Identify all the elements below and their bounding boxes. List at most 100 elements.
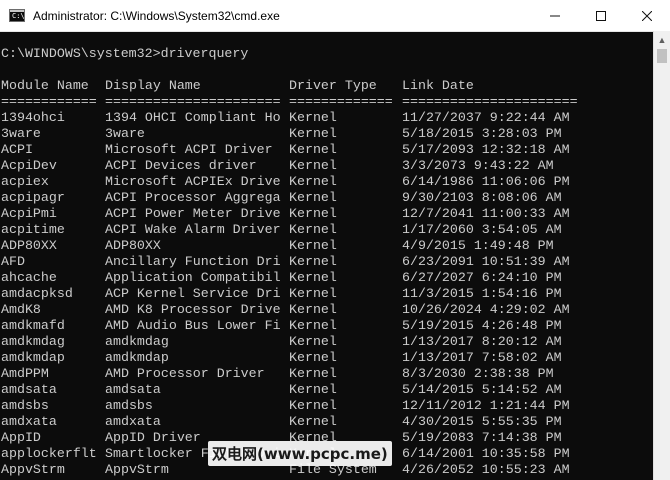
cell-display-name: ACPI Devices driver [105,158,257,173]
cell-link-date: 5/18/2015 3:28:03 PM [402,126,562,141]
table-row: AFD Ancillary Function Dri Kernel 6/23/2091… [0,254,653,270]
cell-module-name: AppvStrm [1,462,65,477]
cell-display-name: amdkmdag [105,334,169,349]
cell-display-name: Microsoft ACPI Driver [105,142,273,157]
cell-module-name: AcpiDev [1,158,57,173]
cell-link-date: 12/7/2041 11:00:33 AM [402,206,570,221]
cell-driver-type: Kernel [289,142,337,157]
table-row: ahcache Application Compatibil Kernel 6/27/… [0,270,653,286]
cmd-icon[interactable]: C:\ [9,9,25,22]
header-link-date: Link Date [402,78,474,93]
window-controls [532,0,670,31]
cell-display-name: ADP80XX [105,238,161,253]
table-row: amdkmdag amdkmdag Kernel 1/13/2017 8:20:12 … [0,334,653,350]
table-row: ADP80XX ADP80XX Kernel 4/9/2015 1:49:48 PM [0,238,653,254]
separator-driver-type: ============= [289,94,393,109]
cell-driver-type: Kernel [289,286,337,301]
scroll-up-icon[interactable]: ▲ [654,31,670,48]
cell-module-name: ADP80XX [1,238,57,253]
watermark: 双电网(www.pcpc.me) [208,441,392,466]
cell-driver-type: Kernel [289,366,337,381]
scrollbar-thumb[interactable] [657,49,667,63]
cell-module-name: amdkmafd [1,318,65,333]
table-row: AmdPPM AMD Processor Driver Kernel 8/3/2030… [0,366,653,382]
maximize-button[interactable] [578,0,624,31]
cell-link-date: 4/9/2015 1:49:48 PM [402,238,554,253]
cell-display-name: amdsbs [105,398,153,413]
cell-driver-type: Kernel [289,254,337,269]
cell-link-date: 1/17/2060 3:54:05 AM [402,222,562,237]
table-row: AcpiPmi ACPI Power Meter Drive Kernel 12/7/… [0,206,653,222]
cell-module-name: amdacpksd [1,286,73,301]
header-row: Module Name Display Name Driver Type Lin… [0,78,653,94]
cell-link-date: 4/26/2052 10:55:23 AM [402,462,570,477]
cell-link-date: 11/3/2015 1:54:16 PM [402,286,562,301]
minimize-icon [550,15,560,16]
cell-driver-type: Kernel [289,206,337,221]
cell-driver-type: Kernel [289,414,337,429]
table-row: amdkmdap amdkmdap Kernel 1/13/2017 7:58:02 … [0,350,653,366]
cell-module-name: amdsbs [1,398,49,413]
cell-module-name: acpipagr [1,190,65,205]
cell-driver-type: Kernel [289,350,337,365]
cell-module-name: AcpiPmi [1,206,57,221]
cell-display-name: Application Compatibil [105,270,281,285]
cell-driver-type: Kernel [289,302,337,317]
cell-driver-type: Kernel [289,238,337,253]
cell-module-name: amdkmdag [1,334,65,349]
cell-module-name: ahcache [1,270,57,285]
cell-driver-type: Kernel [289,318,337,333]
cell-display-name: ACPI Wake Alarm Driver [105,222,281,237]
cell-link-date: 6/14/1986 11:06:06 PM [402,174,570,189]
header-module-name: Module Name [1,78,89,93]
cell-display-name: Ancillary Function Dri [105,254,281,269]
cell-display-name: ACP Kernel Service Dri [105,286,281,301]
vertical-scrollbar[interactable]: ▲ [653,31,670,480]
table-row: acpipagr ACPI Processor Aggrega Kernel 9/30… [0,190,653,206]
cell-driver-type: Kernel [289,270,337,285]
close-button[interactable] [624,0,670,31]
table-row: amdkmafd AMD Audio Bus Lower Fi Kernel 5/19… [0,318,653,334]
cell-driver-type: Kernel [289,158,337,173]
title-bar[interactable]: C:\ Administrator: C:\Windows\System32\c… [0,0,670,32]
cell-link-date: 3/3/2073 9:43:22 AM [402,158,554,173]
cell-module-name: amdxata [1,414,57,429]
cell-link-date: 1/13/2017 8:20:12 AM [402,334,562,349]
cell-module-name: amdkmdap [1,350,65,365]
cell-module-name: acpitime [1,222,65,237]
cell-link-date: 5/14/2015 5:14:52 AM [402,382,562,397]
cell-module-name: 1394ohci [1,110,65,125]
table-row: AcpiDev ACPI Devices driver Kernel 3/3/2073… [0,158,653,174]
cell-display-name: 1394 OHCI Compliant Ho [105,110,281,125]
cell-display-name: AMD K8 Processor Drive [105,302,281,317]
cell-link-date: 4/30/2015 5:55:35 PM [402,414,562,429]
cell-link-date: 5/19/2015 4:26:48 PM [402,318,562,333]
console-output[interactable]: C:\WINDOWS\system32>driverquery Module N… [0,31,653,480]
cell-driver-type: Kernel [289,174,337,189]
cell-link-date: 12/11/2012 1:21:44 PM [402,398,570,413]
table-row: amdsbs amdsbs Kernel 12/11/2012 1:21:44 PM [0,398,653,414]
cell-module-name: amdsata [1,382,57,397]
cell-module-name: applockerflt [1,446,97,461]
cell-link-date: 6/23/2091 10:51:39 AM [402,254,570,269]
cell-display-name: amdxata [105,414,161,429]
cell-link-date: 5/17/2093 12:32:18 AM [402,142,570,157]
cell-driver-type: Kernel [289,334,337,349]
cell-driver-type: Kernel [289,126,337,141]
minimize-button[interactable] [532,0,578,31]
cell-driver-type: Kernel [289,190,337,205]
table-row: 1394ohci 1394 OHCI Compliant Ho Kernel 11/2… [0,110,653,126]
cell-link-date: 9/30/2103 8:08:06 AM [402,190,562,205]
cell-display-name: Microsoft ACPIEx Drive [105,174,281,189]
cell-driver-type: Kernel [289,110,337,125]
cell-module-name: AmdK8 [1,302,41,317]
cell-driver-type: Kernel [289,222,337,237]
header-driver-type: Driver Type [289,78,377,93]
cmd-window: C:\ Administrator: C:\Windows\System32\c… [0,0,670,480]
table-row: amdxata amdxata Kernel 4/30/2015 5:55:35 PM [0,414,653,430]
driver-table: 1394ohci 1394 OHCI Compliant Ho Kernel 11/2… [0,110,653,478]
cell-link-date: 1/13/2017 7:58:02 AM [402,350,562,365]
cell-module-name: 3ware [1,126,41,141]
cell-module-name: acpiex [1,174,49,189]
